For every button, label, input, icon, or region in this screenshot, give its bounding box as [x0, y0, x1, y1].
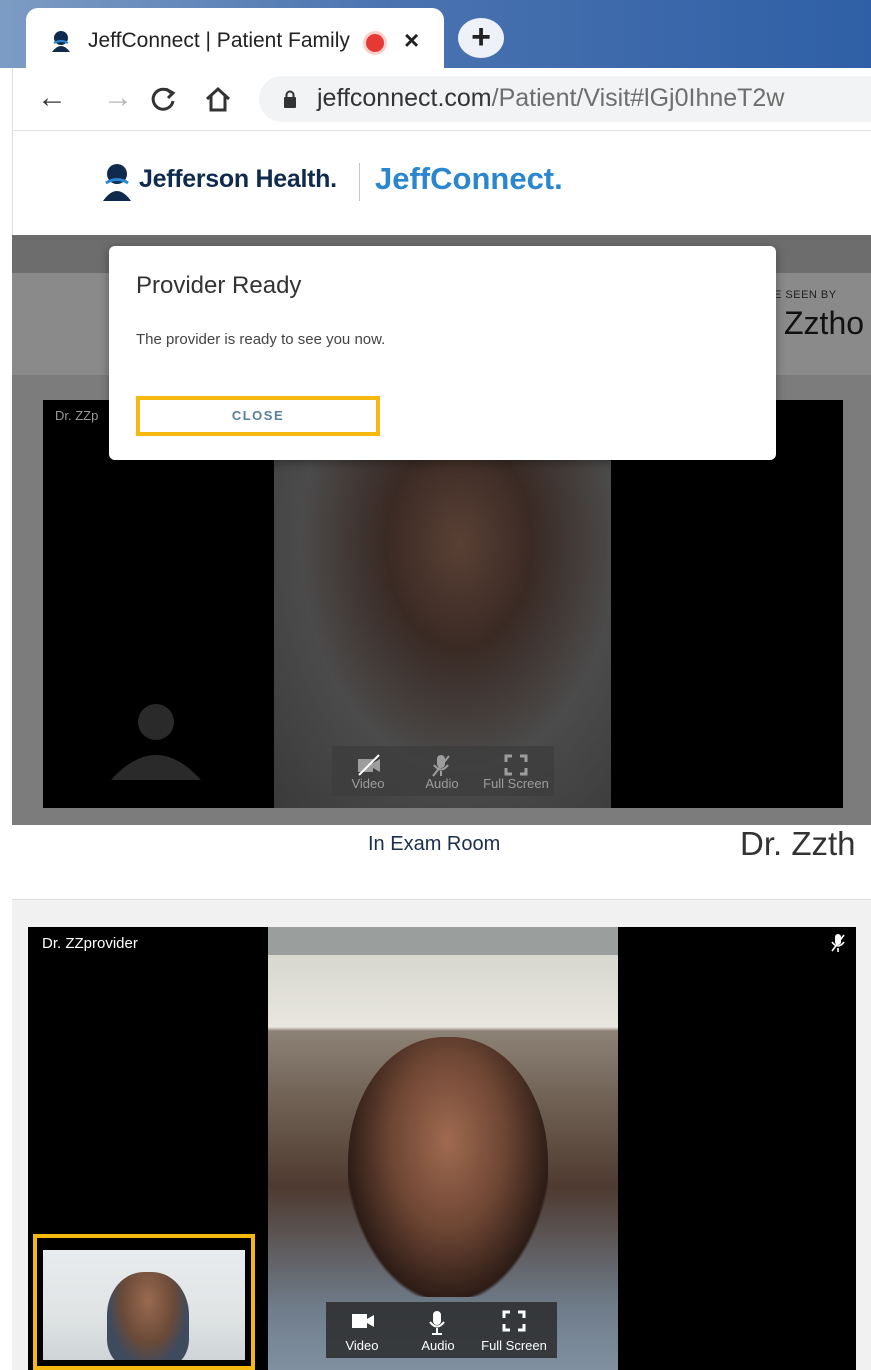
video-off-icon — [358, 754, 380, 776]
microphone-muted-icon — [831, 934, 845, 952]
user-silhouette-icon — [111, 704, 201, 780]
dialog-title: Provider Ready — [136, 272, 302, 299]
tab-title: JeffConnect | Patient Family — [88, 29, 350, 52]
url-path: /Patient/Visit#lGj0IhneT2w — [491, 84, 785, 112]
fullscreen-icon — [504, 754, 528, 776]
url-text: jeffconnect.com/Patient/Visit#lGj0IhneT2… — [317, 84, 784, 113]
tab-close-icon[interactable]: × — [404, 25, 419, 55]
video-toggle-label: Video — [345, 1338, 379, 1353]
reload-icon[interactable] — [149, 84, 179, 114]
patient-portrait — [348, 1037, 548, 1297]
video-toggle-button[interactable]: Video — [326, 1302, 398, 1358]
browser-tab-bar: JeffConnect | Patient Family × + — [0, 0, 871, 68]
background-audio-toggle: Audio — [406, 746, 478, 802]
back-arrow-icon[interactable]: ← — [37, 80, 67, 116]
background-video-controls: Video Audio Full Screen — [332, 746, 554, 796]
fullscreen-icon — [502, 1310, 526, 1332]
provider-ready-dialog: Provider Ready The provider is ready to … — [109, 246, 776, 460]
url-host: jeffconnect.com — [317, 84, 492, 112]
address-bar[interactable]: jeffconnect.com/Patient/Visit#lGj0IhneT2… — [259, 76, 871, 122]
browser-tab[interactable]: JeffConnect | Patient Family × — [26, 8, 444, 68]
lock-icon — [284, 90, 296, 108]
new-tab-button[interactable]: + — [458, 18, 504, 58]
seen-by-label: E SEEN BY — [774, 289, 837, 301]
forward-arrow-icon[interactable]: → — [103, 80, 133, 116]
video-controls: Video Audio Full Screen — [326, 1302, 557, 1358]
exam-status-bar: In Exam Room Dr. Zzth — [12, 825, 871, 900]
product-name: JeffConnect. — [375, 161, 563, 196]
background-video-toggle: Video — [332, 746, 404, 802]
background-fullscreen-toggle: Full Screen — [480, 746, 552, 802]
microphone-muted-icon — [432, 755, 450, 777]
audio-toggle-label: Audio — [421, 1338, 455, 1353]
audio-toggle-button[interactable]: Audio — [402, 1302, 474, 1358]
microphone-icon — [429, 1311, 445, 1335]
background-fullscreen-label-text: Full Screen — [483, 776, 549, 791]
background-video: Dr. ZZp Video Audio Full Screen — [43, 400, 843, 808]
jefferson-logo-icon — [103, 164, 131, 201]
recording-indicator-icon — [366, 34, 384, 52]
exam-provider-name: Dr. Zzth — [740, 825, 856, 862]
seen-by-provider-name: Zztho — [784, 305, 865, 341]
home-icon[interactable] — [203, 84, 233, 114]
exam-room-status: In Exam Room — [368, 833, 501, 855]
background-video-label: Dr. ZZp — [55, 408, 99, 423]
provider-video-label: Dr. ZZprovider — [42, 935, 138, 952]
self-video-feed — [43, 1250, 245, 1360]
brand-name: Jefferson Health. — [139, 165, 337, 193]
site-header: Jefferson Health. JeffConnect. — [12, 130, 871, 235]
fullscreen-button[interactable]: Full Screen — [478, 1302, 550, 1358]
jefferson-favicon-icon — [52, 31, 70, 52]
video-camera-icon — [352, 1314, 374, 1328]
dialog-message: The provider is ready to see you now. — [136, 331, 386, 348]
self-view-video[interactable] — [33, 1234, 255, 1370]
fullscreen-label: Full Screen — [481, 1338, 547, 1353]
close-button[interactable]: CLOSE — [136, 396, 380, 436]
background-audio-label-text: Audio — [425, 776, 459, 791]
background-video-label-text: Video — [351, 776, 385, 791]
self-portrait — [107, 1272, 189, 1360]
page: JeffConnect | Patient Family × + ← → jef… — [0, 0, 871, 1370]
brand-divider — [359, 163, 360, 201]
browser-toolbar: ← → jeffconnect.com/Patient/Visit#lGj0Ih… — [12, 68, 871, 130]
